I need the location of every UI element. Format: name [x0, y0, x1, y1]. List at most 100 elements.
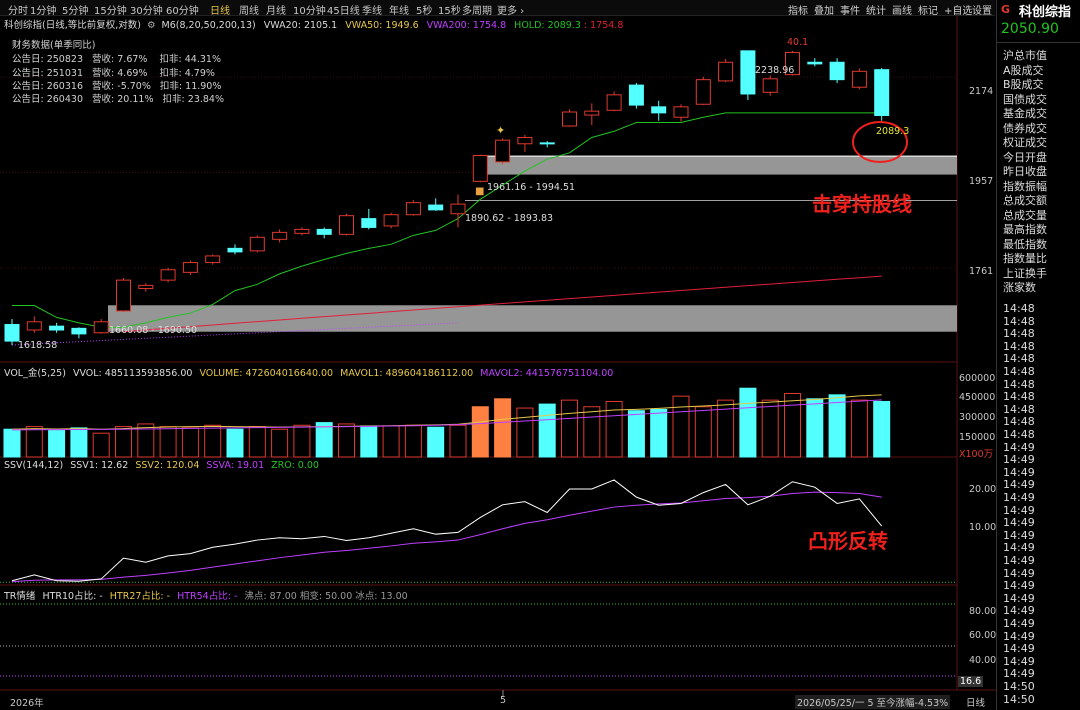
tr-axis-60: 60.00 [969, 630, 997, 641]
sidebar-time-16: 14:49 [1003, 503, 1035, 517]
candle-body-36 [807, 61, 823, 65]
chart-canvas[interactable]: ✦■ [0, 0, 996, 710]
candle-body-8 [182, 262, 198, 273]
candle-body-31 [695, 79, 711, 105]
volume-bar-34 [761, 399, 779, 458]
ssv2-value: SSV2: 120.04 [135, 460, 200, 471]
volume-bar-13 [293, 424, 311, 458]
break-hold-line-annotation: 击穿持股线 [812, 192, 912, 216]
sidebar-item-16[interactable]: 涨家数 [1003, 279, 1036, 295]
volume-bar-14 [315, 422, 333, 458]
sidebar-time-26: 14:49 [1003, 629, 1035, 643]
volume-bar-4 [92, 432, 110, 458]
candle-body-34 [762, 78, 778, 93]
ssv1-value: SSV1: 12.62 [70, 460, 129, 471]
volume-bar-33 [739, 387, 757, 458]
volume-bar-5 [115, 426, 132, 458]
zone-lower-label: 1660.08 - 1690.50 [109, 325, 198, 336]
index-price: 2050.90 [1001, 21, 1059, 37]
candle-body-16 [361, 218, 377, 228]
candle-body-21 [472, 155, 488, 182]
candle-body-13 [294, 228, 310, 234]
xaxis-year-label: 2026年 [10, 698, 44, 709]
hold-point-label: 2089.3 [876, 126, 910, 137]
sidebar-time-19: 14:49 [1003, 541, 1035, 555]
candle-body-30 [673, 106, 689, 118]
candle-body-11 [249, 236, 265, 252]
sidebar-time-23: 14:49 [1003, 591, 1035, 605]
candle-body-7 [160, 269, 176, 281]
sidebar-time-4: 14:48 [1003, 352, 1035, 366]
event-marker-icon: ■ [475, 186, 484, 197]
sidebar-time-20: 14:49 [1003, 554, 1035, 567]
sidebar-time-11: 14:49 [1003, 440, 1035, 454]
candle-body-27 [606, 94, 622, 111]
candle-body-18 [405, 202, 421, 216]
xaxis-month-label: 5 [500, 695, 507, 706]
price-axis-label-mid: 1957 [969, 176, 994, 187]
sidebar-time-1: 14:48 [1003, 314, 1035, 328]
volume-axis-150k: 150000 [959, 432, 996, 443]
candle-body-15 [339, 215, 354, 235]
support-zone-upper [486, 155, 957, 175]
sidebar-time-5: 14:48 [1003, 365, 1035, 378]
sidebar-divider [997, 42, 1080, 43]
convex-reversal-annotation: 凸形反转 [808, 529, 888, 553]
volume-bar-3 [70, 427, 88, 458]
ssv-axis-20: 20.00 [969, 484, 997, 495]
low-price-label: 1618.58 [18, 340, 58, 351]
sidebar-time-15: 14:49 [1003, 491, 1035, 504]
candle-body-25 [562, 111, 577, 127]
htr27-value: HTR27占比: - [109, 591, 171, 602]
volume-bar-12 [271, 428, 289, 458]
sidebar-time-28: 14:49 [1003, 654, 1035, 668]
mavol2-value: MAVOL2: 441576751104.00 [480, 368, 614, 379]
volume-bar-10 [226, 428, 244, 458]
candle-body-1 [26, 321, 42, 331]
candle-body-14 [316, 228, 332, 235]
sidebar-time-8: 14:48 [1003, 402, 1035, 416]
volume-bar-20 [449, 424, 467, 458]
sidebar-time-25: 14:49 [1003, 617, 1035, 630]
sidebar-time-27: 14:49 [1003, 642, 1035, 656]
high-price-label: 2238.96 [755, 65, 795, 76]
candle-body-28 [628, 84, 644, 106]
sidebar-time-9: 14:48 [1003, 415, 1035, 429]
candle-body-2 [49, 325, 65, 331]
volume-bar-7 [159, 426, 177, 458]
candle-body-24 [539, 142, 555, 145]
candle-body-26 [584, 110, 600, 116]
volume-bar-15 [338, 423, 355, 458]
candle-body-32 [718, 61, 734, 82]
period-label[interactable]: 日线 [966, 695, 985, 709]
quote-sidebar: G 科创综指 2050.90 沪总市值 A股成交 B股成交 国债成交 基金成交 债券成交权… [996, 0, 1080, 710]
volume-bar-21 [471, 406, 489, 458]
tr-name: TR情绪 [4, 591, 36, 602]
candle-body-0 [4, 324, 20, 342]
tr-axis-40: 40.00 [969, 655, 997, 666]
price-axis-label-high: 2174 [969, 86, 994, 97]
sidebar-time-0: 14:48 [1003, 302, 1035, 315]
candle-body-39 [874, 69, 890, 116]
volume-axis-450k: 450000 [959, 392, 996, 403]
support-zone-lower [108, 305, 957, 332]
volume-bar-26 [583, 406, 601, 458]
hold-line [12, 112, 882, 328]
sidebar-time-29: 14:49 [1003, 667, 1035, 681]
volume-bar-1 [25, 426, 43, 458]
sidebar-time-31: 14:50 [1003, 692, 1035, 706]
candle-body-9 [205, 255, 221, 264]
butterfly-marker-icon: ✦ [496, 124, 505, 137]
ssv1-line [11, 479, 883, 582]
candle-body-12 [272, 231, 288, 240]
mavol1-value: MAVOL1: 489604186112.00 [340, 368, 474, 379]
candle-body-4 [93, 321, 109, 334]
volume-bar-22 [494, 398, 512, 458]
price-axis-label-low: 1761 [969, 266, 994, 277]
sidebar-time-18: 14:49 [1003, 528, 1035, 542]
volume-bar-37 [828, 394, 846, 458]
date-range-label: 2026/05/25/一 5 至今涨幅-4.53% [795, 695, 951, 709]
sidebar-time-7: 14:48 [1003, 390, 1035, 404]
volume-bar-35 [784, 393, 801, 458]
volume-bar-29 [650, 408, 668, 458]
